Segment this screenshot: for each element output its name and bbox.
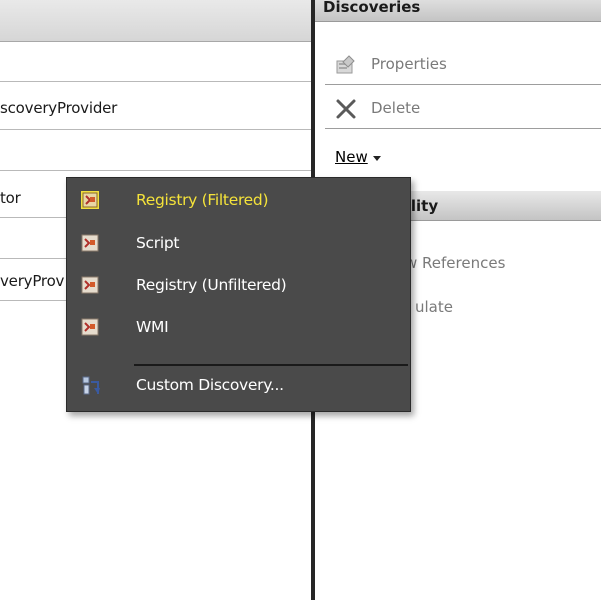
menu-item-label: WMI bbox=[136, 318, 169, 336]
delete-label: Delete bbox=[371, 99, 421, 117]
details-row-value: tor bbox=[0, 189, 21, 207]
properties-action[interactable]: Properties bbox=[325, 45, 601, 85]
details-row bbox=[0, 130, 311, 171]
new-discovery-context-menu: Registry (Filtered) Script Registry (Unf… bbox=[66, 177, 411, 412]
view-references-action[interactable]: w References bbox=[405, 254, 505, 272]
properties-label: Properties bbox=[371, 55, 447, 73]
menu-item-registry-filtered[interactable]: Registry (Filtered) bbox=[67, 182, 410, 220]
delete-icon bbox=[335, 98, 357, 120]
menu-item-label: Registry (Filtered) bbox=[136, 191, 269, 209]
menu-item-label: Registry (Unfiltered) bbox=[136, 276, 287, 294]
menu-item-label: Custom Discovery... bbox=[136, 376, 284, 394]
details-row bbox=[0, 41, 311, 82]
registry-discovery-icon bbox=[81, 276, 99, 294]
menu-item-wmi[interactable]: WMI bbox=[67, 309, 410, 347]
menu-item-label: Script bbox=[136, 234, 180, 252]
wmi-discovery-icon bbox=[81, 318, 99, 336]
menu-item-custom-discovery[interactable]: Custom Discovery... bbox=[67, 367, 410, 405]
menu-item-registry-unfiltered[interactable]: Registry (Unfiltered) bbox=[67, 267, 410, 305]
menu-separator bbox=[134, 364, 408, 366]
simulate-action[interactable]: ulate bbox=[415, 298, 453, 316]
new-menu-link[interactable]: New bbox=[335, 148, 368, 166]
custom-discovery-icon bbox=[81, 376, 100, 395]
dropdown-arrow-icon[interactable] bbox=[373, 156, 381, 161]
details-row-value: scoveryProvider bbox=[0, 99, 118, 117]
discoveries-section-header[interactable]: Discoveries bbox=[315, 0, 601, 22]
delete-action[interactable]: Delete bbox=[325, 89, 601, 129]
details-header-bar bbox=[0, 0, 311, 42]
details-row[interactable]: scoveryProvider bbox=[0, 89, 311, 130]
properties-icon bbox=[335, 54, 357, 76]
registry-discovery-icon bbox=[81, 191, 99, 209]
script-discovery-icon bbox=[81, 234, 99, 252]
menu-item-script[interactable]: Script bbox=[67, 225, 410, 263]
details-row-value: veryProviderProperty bbox=[0, 272, 64, 290]
